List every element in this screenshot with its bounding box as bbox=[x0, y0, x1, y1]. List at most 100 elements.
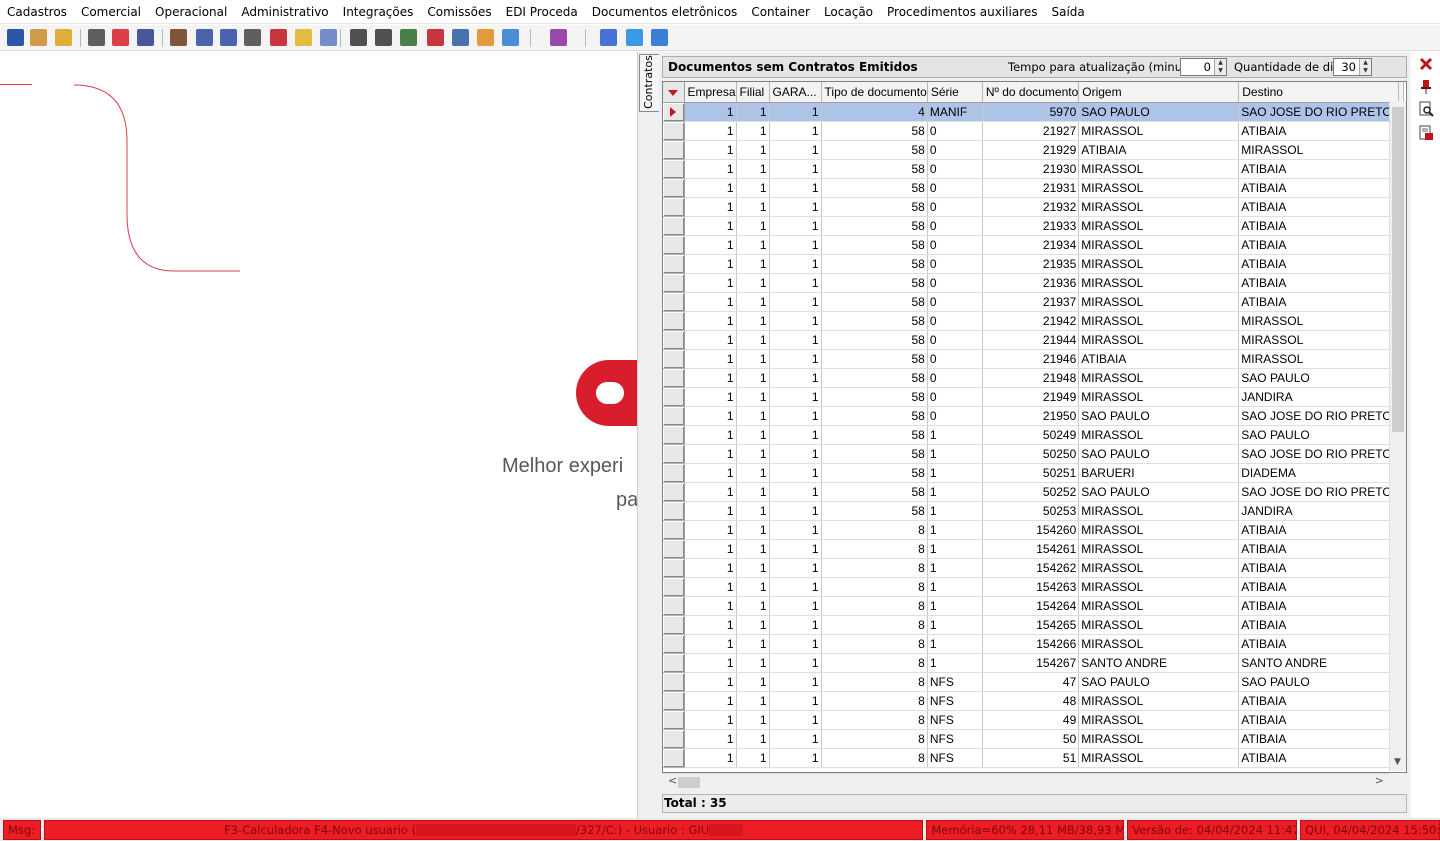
stepper-arrows-icon[interactable]: ▲ ▼ bbox=[1214, 59, 1226, 75]
row-indicator[interactable] bbox=[663, 710, 685, 730]
table-cell[interactable]: 21930 bbox=[982, 159, 1080, 179]
table-cell[interactable]: MIRASSOL bbox=[1238, 330, 1400, 350]
table-cell[interactable]: 58 bbox=[821, 140, 928, 160]
tab-contratos[interactable]: Contratos bbox=[639, 54, 659, 112]
table-row[interactable]: 1 1 1 58 1 50253 MIRASSOL JANDIRA bbox=[663, 501, 1405, 521]
table-cell[interactable]: 1 bbox=[736, 577, 770, 597]
table-row[interactable]: 1 1 1 58 0 21944 MIRASSOL MIRASSOL bbox=[663, 330, 1405, 350]
table-cell[interactable]: 1 bbox=[684, 273, 737, 293]
table-cell[interactable]: ATIBAIA bbox=[1238, 254, 1400, 274]
table-row[interactable]: 1 1 1 8 1 154266 MIRASSOL ATIBAIA bbox=[663, 634, 1405, 654]
table-cell[interactable]: 1 bbox=[736, 444, 770, 464]
row-indicator[interactable] bbox=[663, 482, 685, 502]
row-indicator[interactable] bbox=[663, 311, 685, 331]
table-cell[interactable]: 1 bbox=[769, 520, 822, 540]
table-cell[interactable]: 154260 bbox=[982, 520, 1080, 540]
table-cell[interactable]: 50252 bbox=[982, 482, 1080, 502]
vertical-scrollbar[interactable]: ▼ bbox=[1389, 101, 1406, 771]
menu-item[interactable]: Operacional bbox=[148, 0, 234, 24]
table-row[interactable]: 1 1 1 58 0 21932 MIRASSOL ATIBAIA bbox=[663, 197, 1405, 217]
table-cell[interactable]: 1 bbox=[769, 691, 822, 711]
column-header[interactable]: Filial bbox=[736, 82, 770, 103]
column-header[interactable]: Nº do documento bbox=[982, 82, 1080, 103]
table-cell[interactable]: SAO PAULO bbox=[1078, 444, 1240, 464]
table-cell[interactable]: 58 bbox=[821, 216, 928, 236]
table-cell[interactable]: 0 bbox=[927, 406, 983, 426]
table-cell[interactable]: MIRASSOL bbox=[1078, 311, 1240, 331]
parking-icon[interactable] bbox=[112, 29, 129, 46]
table-cell[interactable]: 1 bbox=[736, 121, 770, 141]
table-cell[interactable]: 1 bbox=[769, 254, 822, 274]
table-cell[interactable]: 1 bbox=[684, 577, 737, 597]
table-cell[interactable]: 4 bbox=[821, 102, 928, 122]
table-cell[interactable]: SANTO ANDRE bbox=[1078, 653, 1240, 673]
table-cell[interactable]: 1 bbox=[684, 216, 737, 236]
row-indicator[interactable] bbox=[663, 634, 685, 654]
document-icon[interactable] bbox=[196, 29, 213, 46]
table-cell[interactable]: 1 bbox=[736, 406, 770, 426]
preview-icon[interactable] bbox=[375, 29, 392, 46]
printer-icon[interactable] bbox=[452, 29, 469, 46]
menu-item[interactable]: Integrações bbox=[336, 0, 421, 24]
table-cell[interactable]: 49 bbox=[982, 710, 1080, 730]
table-row[interactable]: 1 1 1 58 1 50251 BARUERI DIADEMA bbox=[663, 463, 1405, 483]
table-cell[interactable]: MIRASSOL bbox=[1078, 121, 1240, 141]
table-cell[interactable]: ATIBAIA bbox=[1238, 159, 1400, 179]
table-cell[interactable]: 1 bbox=[769, 653, 822, 673]
table-row[interactable]: 1 1 1 8 NFS 48 MIRASSOL ATIBAIA bbox=[663, 691, 1405, 711]
table-cell[interactable]: MIRASSOL bbox=[1078, 368, 1240, 388]
table-cell[interactable]: 1 bbox=[927, 425, 983, 445]
table-cell[interactable]: 58 bbox=[821, 444, 928, 464]
table-cell[interactable]: 1 bbox=[736, 539, 770, 559]
table-cell[interactable]: 1 bbox=[684, 235, 737, 255]
table-cell[interactable]: 21932 bbox=[982, 197, 1080, 217]
export-report-icon[interactable] bbox=[1418, 125, 1434, 141]
table-cell[interactable]: 1 bbox=[736, 235, 770, 255]
table-cell[interactable]: 50250 bbox=[982, 444, 1080, 464]
table-cell[interactable]: 0 bbox=[927, 330, 983, 350]
table-cell[interactable]: 1 bbox=[769, 140, 822, 160]
row-indicator[interactable] bbox=[663, 330, 685, 350]
table-cell[interactable]: 1 bbox=[927, 539, 983, 559]
menu-item[interactable]: Saída bbox=[1045, 0, 1092, 24]
table-cell[interactable]: 1 bbox=[736, 425, 770, 445]
table-cell[interactable]: SAO PAULO bbox=[1238, 425, 1400, 445]
table-cell[interactable]: 154263 bbox=[982, 577, 1080, 597]
table-row[interactable]: 1 1 1 58 0 21937 MIRASSOL ATIBAIA bbox=[663, 292, 1405, 312]
table-cell[interactable]: 1 bbox=[684, 596, 737, 616]
table-cell[interactable]: ATIBAIA bbox=[1238, 691, 1400, 711]
table-cell[interactable]: ATIBAIA bbox=[1238, 273, 1400, 293]
row-indicator[interactable] bbox=[663, 178, 685, 198]
table-cell[interactable]: MIRASSOL bbox=[1078, 235, 1240, 255]
clipboard-icon[interactable] bbox=[295, 29, 312, 46]
table-cell[interactable]: 1 bbox=[736, 558, 770, 578]
table-cell[interactable]: 8 bbox=[821, 691, 928, 711]
row-indicator[interactable] bbox=[663, 748, 685, 768]
table-cell[interactable]: 21931 bbox=[982, 178, 1080, 198]
table-row[interactable]: 1 1 1 58 1 50250 SAO PAULO SAO JOSE DO RIO PRET… bbox=[663, 444, 1405, 464]
table-cell[interactable]: ATIBAIA bbox=[1238, 178, 1400, 198]
table-row[interactable]: 1 1 1 58 0 21930 MIRASSOL ATIBAIA bbox=[663, 159, 1405, 179]
table-cell[interactable]: SAO JOSE DO RIO PRETO bbox=[1238, 406, 1400, 426]
table-cell[interactable]: 51 bbox=[982, 748, 1080, 768]
table-row[interactable]: 1 1 1 8 1 154265 MIRASSOL ATIBAIA bbox=[663, 615, 1405, 635]
table-cell[interactable]: 1 bbox=[769, 615, 822, 635]
tools-icon[interactable] bbox=[600, 29, 617, 46]
table-cell[interactable]: MIRASSOL bbox=[1078, 691, 1240, 711]
table-cell[interactable]: 1 bbox=[769, 387, 822, 407]
table-cell[interactable]: 1 bbox=[736, 273, 770, 293]
column-header[interactable]: Empresa bbox=[684, 82, 737, 103]
users-icon[interactable] bbox=[30, 29, 47, 46]
table-cell[interactable]: 1 bbox=[684, 292, 737, 312]
table-cell[interactable]: 1 bbox=[769, 235, 822, 255]
table-cell[interactable]: SAO PAULO bbox=[1238, 368, 1400, 388]
table-cell[interactable]: ATIBAIA bbox=[1078, 349, 1240, 369]
table-cell[interactable]: ATIBAIA bbox=[1238, 197, 1400, 217]
table-cell[interactable]: 1 bbox=[684, 178, 737, 198]
table-cell[interactable]: SANTO ANDRE bbox=[1238, 653, 1400, 673]
row-indicator[interactable] bbox=[663, 444, 685, 464]
table-cell[interactable]: 1 bbox=[684, 140, 737, 160]
table-row[interactable]: 1 1 1 58 0 21933 MIRASSOL ATIBAIA bbox=[663, 216, 1405, 236]
column-header[interactable]: Série bbox=[927, 82, 983, 103]
table-cell[interactable]: 1 bbox=[736, 254, 770, 274]
